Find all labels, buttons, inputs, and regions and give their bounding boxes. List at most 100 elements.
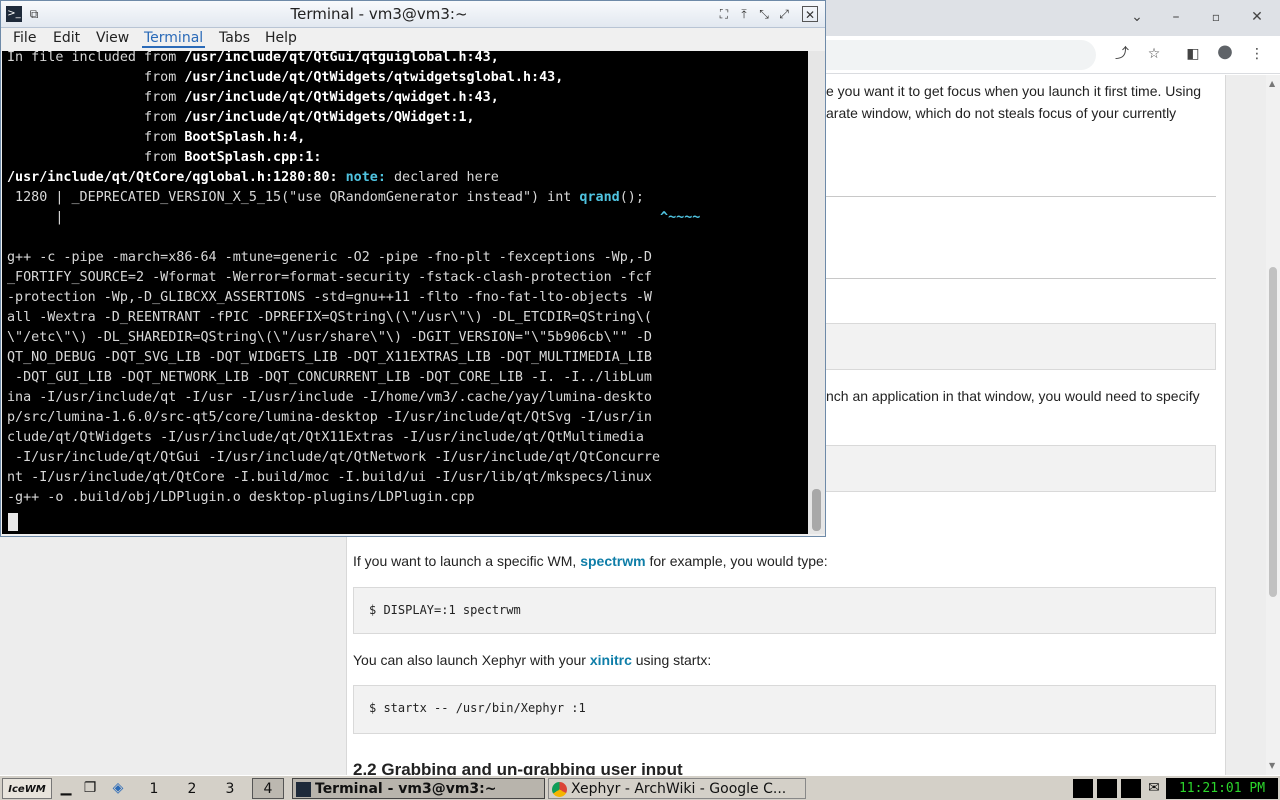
paragraph-text: for example, you would type: <box>645 553 828 569</box>
address-bar[interactable] <box>826 40 1096 70</box>
divider <box>826 278 1216 279</box>
menu-view[interactable]: View <box>94 30 131 46</box>
terminal-scrollbar[interactable] <box>808 51 825 534</box>
terminal-line: -g++ -o .build/obj/LDPlugin.o desktop-pl… <box>7 488 475 508</box>
start-menu-button[interactable]: IceWM <box>2 778 52 799</box>
maximize-icon[interactable]: ▫ <box>1206 7 1226 27</box>
terminal-menubar: File Edit View Terminal Tabs Help <box>1 28 825 51</box>
menu-help[interactable]: Help <box>263 30 299 46</box>
line-text: from <box>7 90 185 105</box>
terminal-line: In file included from /usr/include/qt/Qt… <box>7 51 499 68</box>
code-block-display: $ DISPLAY=:1 spectrwm <box>353 587 1216 634</box>
terminal-line: all -Wextra -D_REENTRANT -fPIC -DPREFIX=… <box>7 308 652 328</box>
bookmark-star-icon[interactable]: ☆ <box>1144 44 1164 64</box>
terminal-line: QT_NO_DEBUG -DQT_SVG_LIB -DQT_WIDGETS_LI… <box>7 348 652 368</box>
menu-terminal[interactable]: Terminal <box>142 30 206 48</box>
side-panel-icon[interactable]: ◧ <box>1183 44 1203 64</box>
article-text: nch an application in that window, you w… <box>826 388 1200 404</box>
code-block-startx: $ startx -- /usr/bin/Xephyr :1 <box>353 685 1216 734</box>
text-cursor <box>8 513 18 531</box>
terminal-line: nt -I/usr/include/qt/QtCore -I.build/moc… <box>7 468 652 488</box>
menu-tabs[interactable]: Tabs <box>217 30 252 46</box>
terminal-line: from /usr/include/qt/QtWidgets/qwidget.h… <box>7 88 499 108</box>
workspace-3-button[interactable]: 3 <box>214 778 246 799</box>
xinitrc-link[interactable]: xinitrc <box>590 652 632 668</box>
page-scrollbar-thumb[interactable] <box>1269 267 1277 597</box>
spectrwm-link[interactable]: spectrwm <box>580 553 645 569</box>
wiki-right-margin <box>1226 75 1266 775</box>
fullscreen-icon[interactable]: ⛶ <box>716 6 732 22</box>
workspace-1-button[interactable]: 1 <box>138 778 170 799</box>
terminal-line: _FORTIFY_SOURCE=2 -Wformat -Werror=forma… <box>7 268 652 288</box>
maximize-window-icon[interactable]: ⤢ <box>776 6 792 22</box>
line-text: clude/qt/QtWidgets -I/usr/include/qt/QtX… <box>7 430 644 445</box>
line-text: -g++ -o .build/obj/LDPlugin.o desktop-pl… <box>7 490 475 505</box>
task-browser[interactable]: Xephyr - ArchWiki - Google C... <box>548 778 806 799</box>
article-text: e you want it to get focus when you laun… <box>826 83 1202 99</box>
divider <box>826 196 1216 197</box>
task-terminal[interactable]: Terminal - vm3@vm3:~ <box>292 778 545 799</box>
show-desktop-icon[interactable]: ▁ <box>56 778 76 799</box>
clock[interactable]: 11:21:01 PM <box>1166 778 1278 799</box>
line-text: g++ -c -pipe -march=x86-64 -mtune=generi… <box>7 250 652 265</box>
workspace-4-button[interactable]: 4 <box>252 778 284 799</box>
window-list-icon[interactable]: ❐ <box>80 778 100 799</box>
line-text: all -Wextra -D_REENTRANT -fPIC -DPREFIX=… <box>7 310 652 325</box>
terminal-task-icon <box>296 782 311 797</box>
scroll-down-icon[interactable]: ▼ <box>1269 761 1275 770</box>
paragraph-text: If you want to launch a specific WM, <box>353 553 581 569</box>
workspace-2-button[interactable]: 2 <box>176 778 208 799</box>
line-path: /usr/include/qt/QtCore/qglobal.h:1280:80… <box>7 170 346 185</box>
chrome-task-icon <box>552 782 567 797</box>
menu-edit[interactable]: Edit <box>51 30 82 46</box>
line-text: ina -I/usr/include/qt -I/usr -I/usr/incl… <box>7 390 652 405</box>
minimize-icon[interactable]: – <box>1166 7 1186 27</box>
cpu-monitor-icon[interactable] <box>1073 779 1093 798</box>
terminal-line: from BootSplash.h:4, <box>7 128 305 148</box>
line-text: nt -I/usr/include/qt/QtCore -I.build/moc… <box>7 470 652 485</box>
minimize-window-icon[interactable]: ⤡ <box>756 6 772 22</box>
close-icon[interactable]: ✕ <box>1247 7 1267 27</box>
rollup-icon[interactable]: ⤒ <box>736 6 752 22</box>
task-label: Xephyr - ArchWiki - Google C... <box>571 781 787 797</box>
line-text: from <box>7 150 185 165</box>
terminal-window[interactable]: >_ ⧉ Terminal - vm3@vm3:~ ⛶ ⤒ ⤡ ⤢ ✕ File… <box>0 0 826 537</box>
line-path: /usr/include/qt/QtGui/qtguiglobal.h:43, <box>184 51 499 65</box>
terminal-line: from /usr/include/qt/QtWidgets/QWidget:1… <box>7 108 475 128</box>
terminal-line: ina -I/usr/include/qt -I/usr -I/usr/incl… <box>7 388 652 408</box>
line-text: -DQT_GUI_LIB -DQT_NETWORK_LIB -DQT_CONCU… <box>7 370 652 385</box>
terminal-scrollbar-thumb[interactable] <box>812 489 821 531</box>
terminal-output[interactable]: -g++ -o .build/obj/LDPlugin.o desktop-pl… <box>2 51 808 534</box>
line-text: | <box>7 210 64 225</box>
terminal-line: g++ -c -pipe -march=x86-64 -mtune=generi… <box>7 248 652 268</box>
line-note: note: <box>345 170 386 185</box>
line-text: -protection -Wp,-D_GLIBCXX_ASSERTIONS -s… <box>7 290 652 305</box>
line-text: \"/etc\"\) -DL_SHAREDIR=QString\(\"/usr/… <box>7 330 652 345</box>
line-text: -I/usr/include/qt/QtGui -I/usr/include/q… <box>7 450 661 465</box>
line-path: /usr/include/qt/QtWidgets/qwidget.h:43, <box>184 90 499 105</box>
paragraph-text: using startx: <box>631 652 712 668</box>
terminal-titlebar[interactable]: >_ ⧉ Terminal - vm3@vm3:~ ⛶ ⤒ ⤡ ⤢ ✕ <box>1 1 825 28</box>
app-launcher-icon[interactable]: ◈ <box>108 778 128 799</box>
terminal-line: \"/etc\"\) -DL_SHAREDIR=QString\(\"/usr/… <box>7 328 652 348</box>
profile-avatar-icon[interactable]: ● <box>1215 42 1235 62</box>
scroll-up-icon[interactable]: ▲ <box>1269 79 1275 88</box>
article-text: arate window, which do not steals focus … <box>826 105 1177 121</box>
terminal-line: from BootSplash.cpp:1: <box>7 148 321 168</box>
menu-file[interactable]: File <box>11 30 38 46</box>
browser-menu-icon[interactable]: ⋮ <box>1247 44 1267 64</box>
line-path: BootSplash.cpp:1: <box>184 150 322 165</box>
tab-search-chevron-icon[interactable]: ⌄ <box>1127 7 1147 27</box>
paragraph-text: You can also launch Xephyr with your <box>353 652 590 668</box>
line-path: /usr/include/qt/QtWidgets/qtwidgetsgloba… <box>184 70 564 85</box>
line-highlight: ^~~~~ <box>63 210 701 225</box>
network-monitor-icon[interactable] <box>1097 779 1117 798</box>
close-window-icon[interactable]: ✕ <box>802 6 818 22</box>
terminal-line: | ^~~~~ <box>7 208 700 228</box>
terminal-line: -protection -Wp,-D_GLIBCXX_ASSERTIONS -s… <box>7 288 652 308</box>
mail-icon[interactable]: ✉ <box>1144 778 1164 799</box>
line-text: In file included from <box>7 51 185 65</box>
memory-monitor-icon[interactable] <box>1121 779 1141 798</box>
page-scrollbar[interactable]: ▲ ▼ <box>1266 75 1280 775</box>
share-icon[interactable]: ⤴ <box>1112 44 1132 64</box>
